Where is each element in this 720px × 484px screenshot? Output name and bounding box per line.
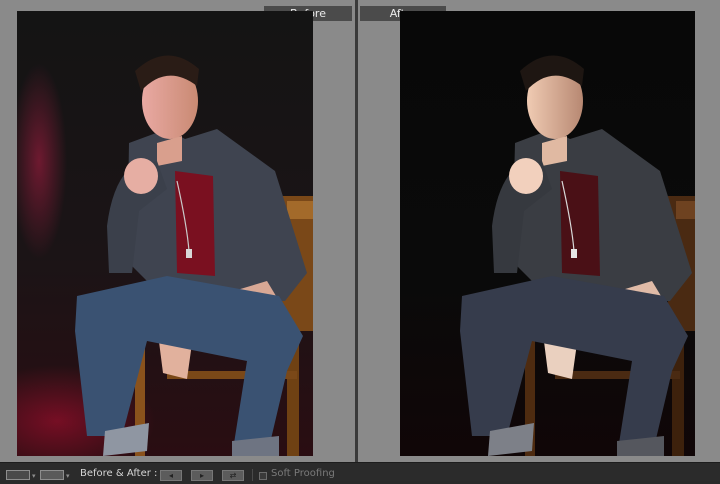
toolbar-separator [252,469,253,481]
before-photo[interactable] [17,11,313,456]
copy-before-to-after-button[interactable]: ◂ [160,470,182,481]
view-mode-icon[interactable] [6,470,30,480]
before-portrait-subject [75,55,313,456]
view-mode-dropdown-icon[interactable]: ▾ [32,472,36,484]
swap-before-after-button[interactable]: ⇄ [222,470,244,481]
before-panel: Before [0,0,355,462]
before-after-dropdown-icon[interactable]: ▾ [66,472,70,484]
after-photo[interactable] [400,11,695,456]
soft-proofing-checkbox[interactable] [259,472,267,480]
copy-after-to-before-button[interactable]: ▸ [191,470,213,481]
before-after-label: Before & After : [80,468,158,479]
bottom-toolbar: ▾ ▾ Before & After : ◂ ▸ ⇄ Soft Proofing [0,462,720,481]
compare-workspace: Before [0,0,720,462]
soft-proofing-label: Soft Proofing [271,468,335,479]
after-panel: After [358,0,720,462]
after-portrait-subject [460,55,695,456]
before-after-mode-icon[interactable] [40,470,64,480]
